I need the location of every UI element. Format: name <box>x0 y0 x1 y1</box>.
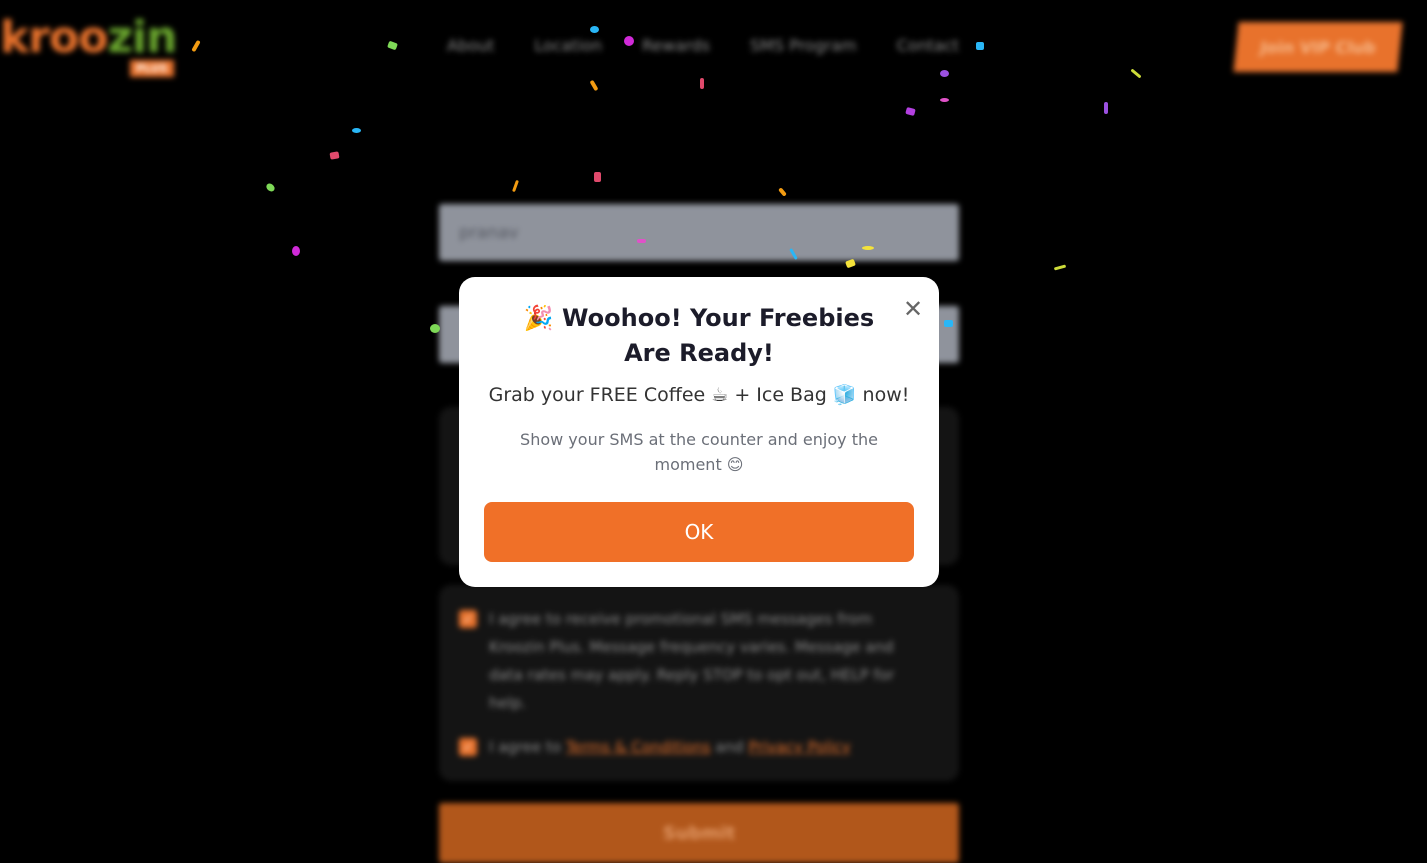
terms-prefix: I agree to <box>489 738 562 756</box>
nav-item-sms-program: SMS Program <box>749 36 857 55</box>
nav-item-contact: Contact <box>896 36 959 55</box>
sms-consent-text: I agree to receive promotional SMS messa… <box>489 610 895 712</box>
site-logo: kroozin PLUS <box>0 12 177 77</box>
terms-and: and <box>715 738 744 756</box>
consent-card: ✓ I agree to receive promotional SMS mes… <box>439 585 959 781</box>
name-field: pranav <box>439 204 959 261</box>
modal-note: Show your SMS at the counter and enjoy t… <box>520 430 878 474</box>
logo-text-orange: kroo <box>0 12 108 63</box>
terms-consent-row: ✓ I agree to Terms & Conditions and Priv… <box>459 733 899 761</box>
main-nav: About Location Rewards SMS Program Conta… <box>447 36 959 55</box>
logo-text-green: zin <box>107 12 177 63</box>
terms-consent-checkbox: ✓ <box>459 738 477 756</box>
modal-title: 🎉 Woohoo! Your Freebies Are Ready! <box>523 304 875 367</box>
nav-item-location: Location <box>534 36 602 55</box>
nav-item-rewards: Rewards <box>641 36 710 55</box>
submit-button: Submit <box>439 803 959 863</box>
join-vip-button: Join VIP Club <box>1233 22 1403 72</box>
nav-item-about: About <box>447 36 495 55</box>
terms-link: Terms & Conditions <box>565 738 711 756</box>
freebies-ready-modal: ✕ 🎉 Woohoo! Your Freebies Are Ready! Gra… <box>459 277 939 587</box>
close-icon[interactable]: ✕ <box>899 295 927 323</box>
logo-badge: PLUS <box>130 60 174 77</box>
ok-button[interactable]: OK <box>484 502 914 562</box>
sms-consent-checkbox: ✓ <box>459 610 477 628</box>
modal-subtitle: Grab your FREE Coffee ☕ + Ice Bag 🧊 now! <box>488 384 910 406</box>
privacy-link: Privacy Policy <box>748 738 851 756</box>
sms-consent-row: ✓ I agree to receive promotional SMS mes… <box>459 605 899 717</box>
